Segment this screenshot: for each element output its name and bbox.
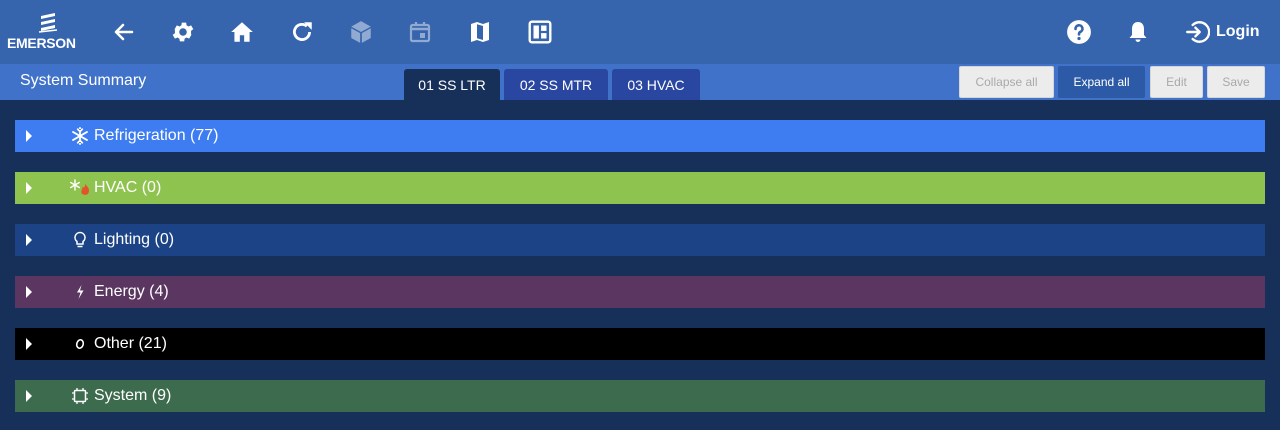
- home-icon[interactable]: [224, 14, 260, 50]
- group-label: Refrigeration (77): [94, 127, 219, 144]
- calendar-icon: [402, 14, 438, 50]
- save-button[interactable]: Save: [1207, 66, 1265, 98]
- group-row-refrigeration[interactable]: Refrigeration (77): [15, 120, 1265, 152]
- expand-caret-icon[interactable]: [26, 234, 32, 246]
- tab-01-ss-ltr[interactable]: 01 SS LTR: [404, 69, 500, 100]
- cube-icon: [343, 14, 379, 50]
- group-row-hvac[interactable]: HVAC (0): [15, 172, 1265, 204]
- group-row-other[interactable]: Other (21): [15, 328, 1265, 360]
- group-row-system[interactable]: System (9): [15, 380, 1265, 412]
- emerson-logo-mark: [38, 13, 58, 33]
- chip-icon: [69, 386, 91, 406]
- lightbulb-icon: [69, 230, 91, 250]
- dashboard-icon[interactable]: [522, 14, 558, 50]
- expand-all-button[interactable]: Expand all: [1058, 66, 1145, 98]
- tab-02-ss-mtr[interactable]: 02 SS MTR: [504, 69, 608, 100]
- tab-03-hvac[interactable]: 03 HVAC: [612, 69, 700, 100]
- group-label: Energy (4): [94, 283, 169, 300]
- gear-icon[interactable]: [165, 14, 201, 50]
- expand-caret-icon[interactable]: [26, 338, 32, 350]
- edit-button[interactable]: Edit: [1150, 66, 1203, 98]
- snowflake-icon: [69, 126, 91, 146]
- help-icon[interactable]: [1061, 14, 1097, 50]
- bell-icon[interactable]: [1120, 14, 1156, 50]
- snowflake-flame-icon: [69, 178, 91, 198]
- plug-icon: [69, 282, 91, 302]
- summary-subbar: System Summary 01 SS LTR 02 SS MTR 03 HV…: [0, 64, 1280, 100]
- refresh-icon[interactable]: [284, 14, 320, 50]
- brand-name: EMERSON: [7, 35, 76, 51]
- expand-caret-icon[interactable]: [26, 390, 32, 402]
- map-icon[interactable]: [462, 14, 498, 50]
- page-title: System Summary: [20, 72, 147, 89]
- circle-icon: [69, 334, 91, 354]
- top-toolbar: EMERSON Login: [0, 0, 1280, 64]
- login-icon: [1186, 21, 1210, 43]
- group-label: Lighting (0): [94, 231, 175, 248]
- expand-caret-icon[interactable]: [26, 182, 32, 194]
- expand-caret-icon[interactable]: [26, 130, 32, 142]
- group-label: HVAC (0): [94, 179, 162, 196]
- expand-caret-icon[interactable]: [26, 286, 32, 298]
- back-arrow-icon[interactable]: [106, 14, 142, 50]
- group-label: Other (21): [94, 335, 167, 352]
- group-row-energy[interactable]: Energy (4): [15, 276, 1265, 308]
- group-label: System (9): [94, 387, 172, 404]
- login-button[interactable]: Login: [1184, 18, 1260, 46]
- collapse-all-button[interactable]: Collapse all: [959, 66, 1054, 98]
- emerson-logo: EMERSON: [7, 12, 95, 52]
- login-label: Login: [1216, 23, 1260, 40]
- group-row-lighting[interactable]: Lighting (0): [15, 224, 1265, 256]
